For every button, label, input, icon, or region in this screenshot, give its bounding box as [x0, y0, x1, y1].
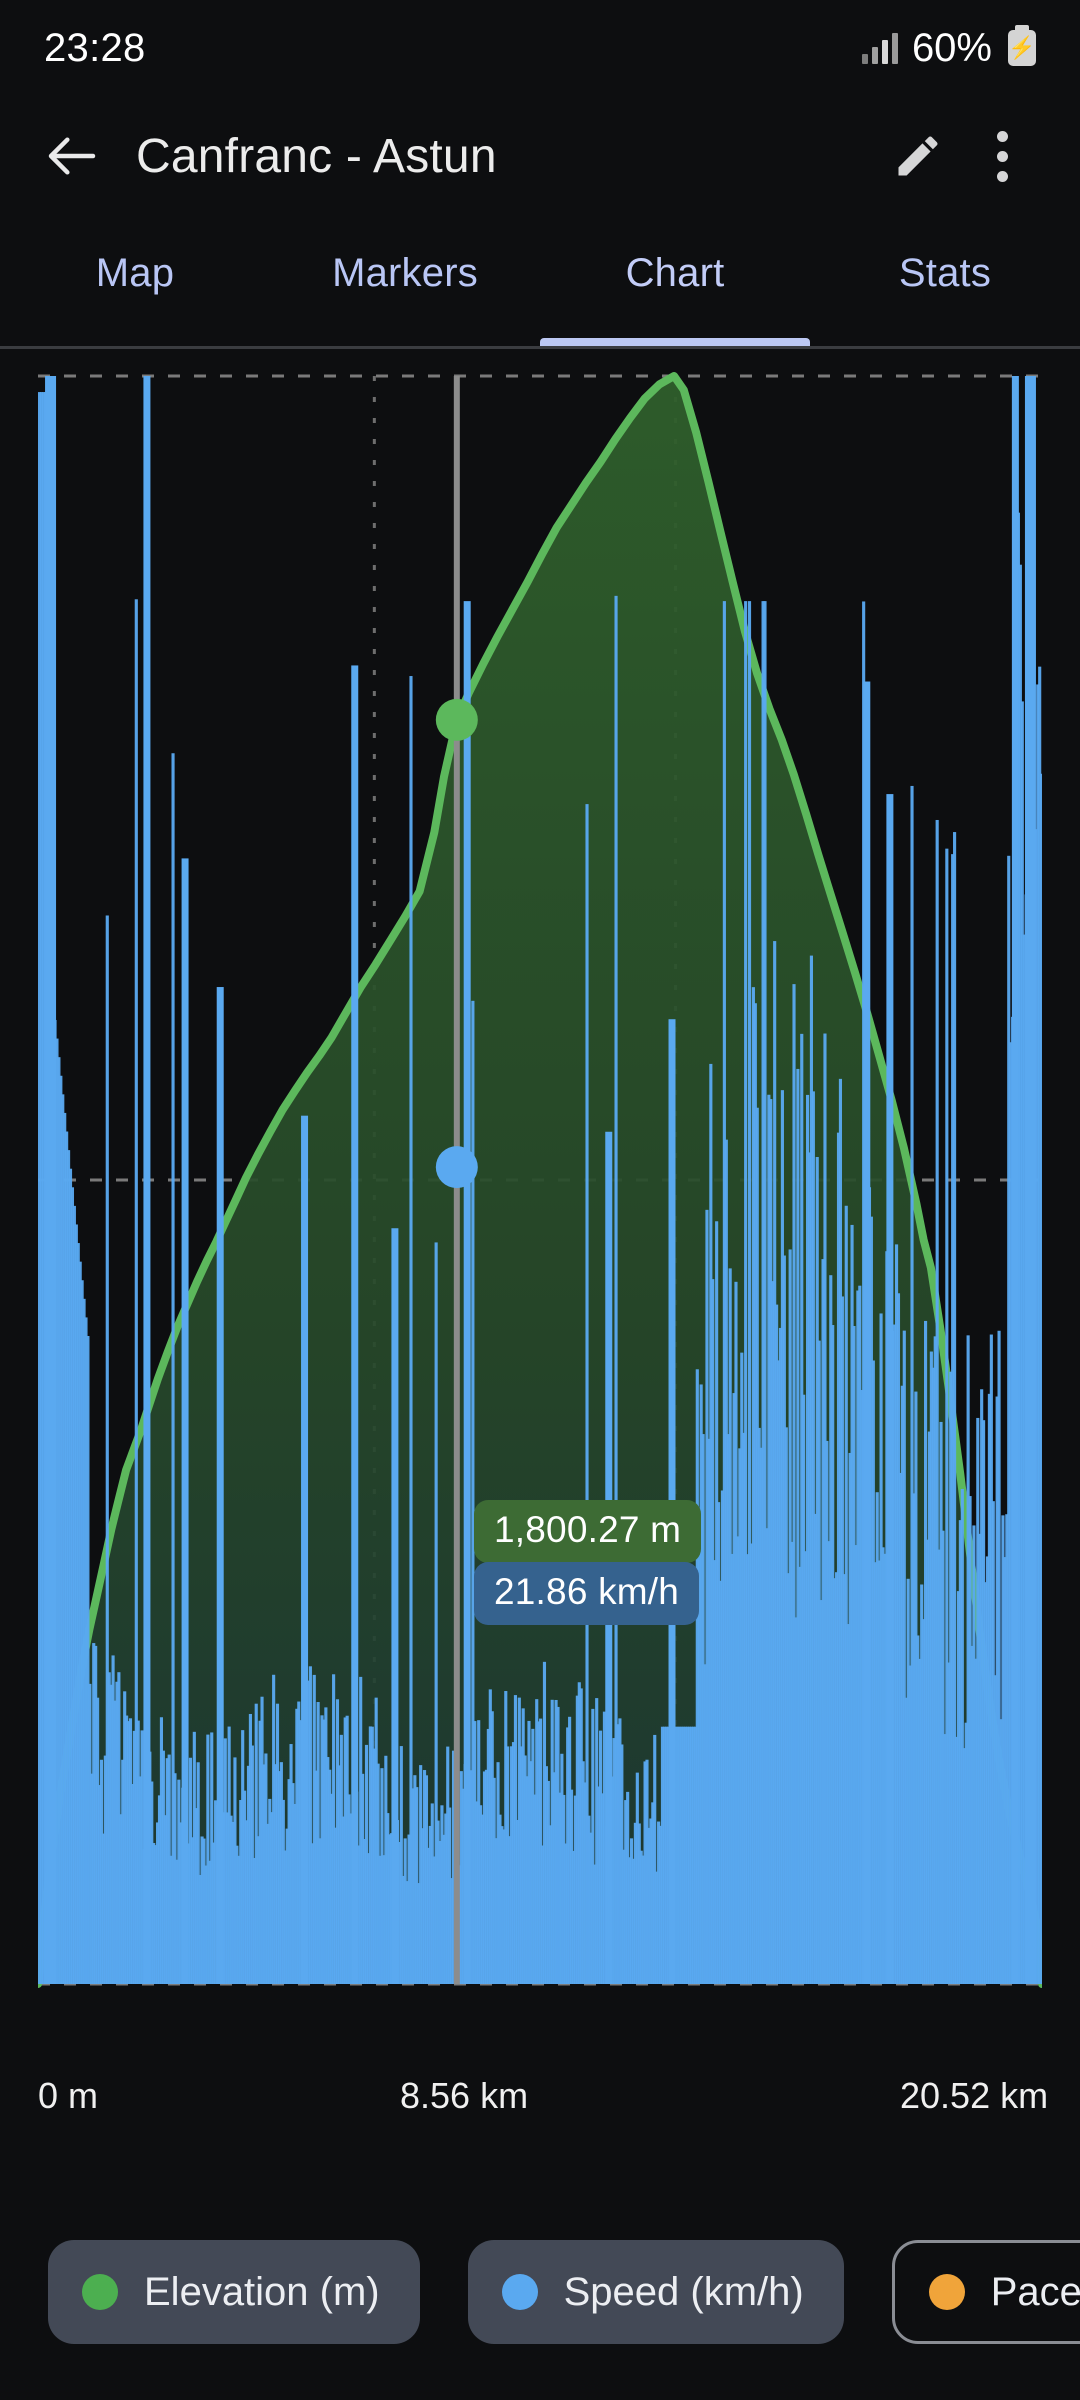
legend-chip-speed-label: Speed (km/h) [563, 2269, 804, 2314]
charging-bolt-glyph: ⚡ [1008, 35, 1036, 60]
battery-charging-icon: ⚡ [1008, 25, 1036, 66]
legend-chip-elevation[interactable]: Elevation (m) [48, 2240, 420, 2344]
pencil-edit-icon[interactable] [876, 114, 960, 198]
tooltip-elevation: 1,800.27 m [474, 1500, 702, 1563]
signal-bars-icon [861, 32, 898, 64]
tooltip-speed: 21.86 km/h [474, 1562, 700, 1625]
speed-color-dot [501, 2274, 538, 2310]
status-bar: 23:28 60% ⚡ [0, 0, 1080, 96]
legend-chip-speed[interactable]: Speed (km/h) [467, 2240, 844, 2344]
back-arrow-icon[interactable] [36, 120, 108, 192]
tab-active-indicator [540, 338, 810, 346]
bottom-spacer [0, 2352, 1080, 2400]
overflow-dots [996, 130, 1008, 182]
legend-chip-pace[interactable]: Pace [891, 2240, 1080, 2344]
chart-container[interactable]: 1,800.27 m 21.86 km/h [0, 349, 1080, 2049]
chart-legend: Elevation (m) Speed (km/h) Pace [0, 2232, 1080, 2352]
tab-chart[interactable]: Chart [540, 216, 810, 346]
pace-color-dot [928, 2274, 965, 2310]
app-bar: Canfranc - Astun [0, 96, 1080, 216]
elevation-speed-chart[interactable] [0, 349, 1080, 2049]
tab-stats[interactable]: Stats [810, 216, 1080, 346]
x-axis-labels: 0 m 8.56 km 20.52 km [0, 2075, 1080, 2145]
status-clock: 23:28 [44, 25, 146, 70]
legend-chip-pace-label: Pace [990, 2269, 1080, 2314]
battery-percent-label: 60% [911, 25, 992, 70]
more-vertical-icon[interactable] [960, 114, 1044, 198]
x-axis-label-end: 20.52 km [900, 2075, 1049, 2116]
elevation-color-dot [82, 2274, 118, 2310]
status-indicators: 60% ⚡ [861, 25, 1036, 71]
page-title: Canfranc - Astun [136, 129, 497, 183]
tab-bar: Map Markers Chart Stats [0, 216, 1080, 346]
legend-chip-elevation-label: Elevation (m) [144, 2269, 380, 2314]
x-axis-label-start: 0 m [38, 2075, 99, 2116]
tab-map[interactable]: Map [0, 216, 270, 346]
x-axis-label-cursor: 8.56 km [400, 2075, 529, 2116]
tab-markers[interactable]: Markers [270, 216, 540, 346]
